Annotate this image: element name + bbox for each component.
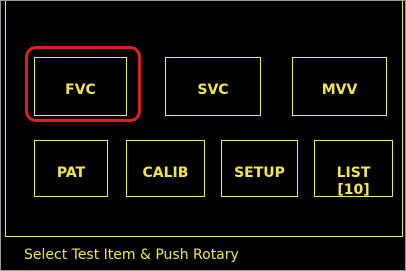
calib-button[interactable]: CALIB <box>126 140 205 197</box>
setup-button[interactable]: SETUP <box>221 140 298 197</box>
list-button[interactable]: LIST [10] <box>314 140 393 198</box>
svc-test-button[interactable]: SVC <box>165 57 261 116</box>
mvv-label: MVV <box>321 82 358 98</box>
calib-label: CALIB <box>142 165 189 181</box>
setup-label: SETUP <box>234 165 285 181</box>
fvc-label: FVC <box>65 82 96 98</box>
status-message: Select Test Item & Push Rotary <box>24 247 239 263</box>
pat-button[interactable]: PAT <box>34 140 108 197</box>
menu-panel: FVC SVC MVV PAT CALIB SETUP LIST [10] <box>5 1 403 237</box>
pat-label: PAT <box>56 165 86 181</box>
svc-label: SVC <box>197 82 229 98</box>
mvv-test-button[interactable]: MVV <box>292 57 387 116</box>
device-screen: FVC SVC MVV PAT CALIB SETUP LIST [10] Se… <box>0 0 406 271</box>
list-label: LIST [10] <box>336 165 371 198</box>
fvc-test-button[interactable]: FVC <box>34 57 127 116</box>
